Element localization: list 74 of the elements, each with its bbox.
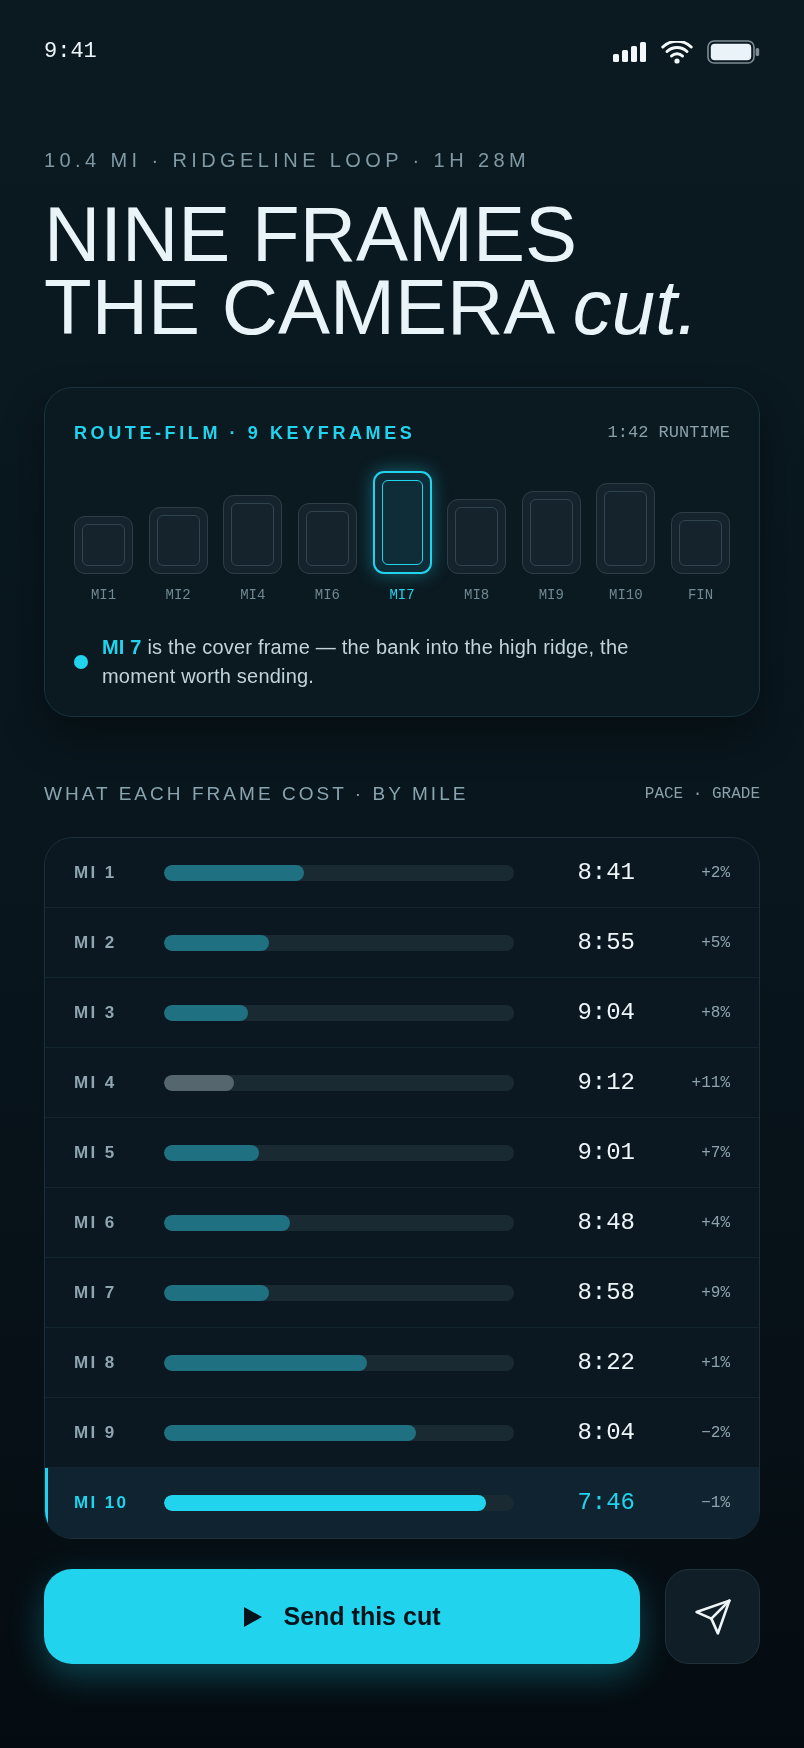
paper-plane-icon [694, 1598, 731, 1635]
pace-value: 9:01 [577, 1137, 635, 1168]
signal-icon [613, 42, 647, 62]
wifi-icon [661, 40, 693, 64]
keyframe-label: MI4 [240, 586, 266, 604]
grade-value: −1% [701, 1493, 730, 1514]
pace-value: 9:12 [577, 1067, 635, 1098]
mile-label: MI 7 [74, 1281, 117, 1304]
grade-value: +1% [701, 1352, 730, 1374]
grade-value: +5% [701, 932, 730, 954]
mile-row[interactable]: MI 8 8:22 +1% [45, 1328, 759, 1398]
mile-label: MI 6 [74, 1211, 117, 1234]
send-cut-button[interactable]: Send this cut [44, 1569, 640, 1664]
keyframe-label: MI2 [165, 586, 191, 604]
keyframe-thumbnail[interactable] [74, 516, 133, 574]
grade-value: +9% [701, 1282, 730, 1304]
status-time: 9:41 [44, 38, 97, 66]
mile-label: MI 9 [74, 1421, 117, 1444]
mile-row[interactable]: MI 1 8:41 +2% [45, 838, 759, 908]
mile-row[interactable]: MI 6 8:48 +4% [45, 1188, 759, 1258]
film-title: ROUTE-FILM · 9 KEYFRAMES [74, 422, 416, 445]
pace-value: 8:48 [577, 1207, 635, 1238]
mile-row[interactable]: MI 3 9:04 +8% [45, 978, 759, 1048]
pace-value: 9:04 [577, 997, 635, 1028]
keyframe-thumbnail[interactable] [521, 491, 581, 574]
keyframe-label: MI7 [389, 586, 415, 604]
mile-row[interactable]: MI 7 8:58 +9% [45, 1258, 759, 1328]
keyframe-label: MI8 [464, 586, 490, 604]
keyframe-thumbnail[interactable] [671, 512, 730, 574]
grade-value: +2% [701, 862, 730, 884]
keyframe-thumbnail[interactable] [372, 471, 432, 574]
pace-value: 8:41 [577, 857, 635, 888]
mile-row[interactable]: MI 5 9:01 +7% [45, 1118, 759, 1188]
highlight-dot-icon [74, 655, 88, 669]
section-title: WHAT EACH FRAME COST · BY MILE [44, 782, 469, 806]
send-button[interactable] [665, 1569, 760, 1664]
keyframe-thumbnail[interactable] [223, 495, 283, 574]
keyframe-label: MI9 [538, 586, 564, 604]
mile-row[interactable]: MI 4 9:12 +11% [45, 1048, 759, 1118]
mile-label: MI 3 [74, 1001, 117, 1024]
grade-value: +7% [701, 1142, 730, 1164]
keyframe-label: FIN [687, 586, 714, 604]
cover-frame-note: MI 7 is the cover frame — the bank into the high ridge, the moment worth sending. [102, 635, 630, 689]
keyframe-thumbnail[interactable] [297, 503, 357, 574]
mile-row[interactable]: MI 9 8:04 −2% [45, 1398, 759, 1468]
keyframe-label: MI6 [314, 586, 340, 604]
keyframe-label: MI10 [609, 586, 643, 604]
mile-label: MI 2 [74, 931, 117, 954]
route-headline: NINE FRAMES THE CAMERA cut. [44, 198, 700, 344]
pace-value: 8:04 [577, 1417, 635, 1448]
pace-value: 8:22 [577, 1347, 635, 1378]
mile-row[interactable]: MI 2 8:55 +5% [45, 908, 759, 978]
mile-label: MI 10 [74, 1492, 129, 1515]
battery-icon [707, 40, 760, 64]
keyframe-thumbnail[interactable] [596, 483, 656, 574]
pace-value: 8:55 [577, 927, 635, 958]
grade-value: +11% [691, 1072, 730, 1094]
grade-value: +8% [701, 1002, 730, 1024]
column-legend: PACE · GRADE [644, 783, 760, 805]
grade-value: +4% [701, 1212, 730, 1234]
play-icon [243, 1606, 262, 1627]
mile-label: MI 5 [74, 1141, 117, 1164]
keyframe-thumbnail[interactable] [447, 499, 507, 574]
keyframe-label: MI1 [90, 586, 117, 604]
pace-value: 7:46 [577, 1488, 635, 1518]
mile-label: MI 8 [74, 1351, 117, 1374]
pace-value: 8:58 [577, 1277, 635, 1308]
mile-label: MI 1 [74, 861, 117, 884]
grade-value: −2% [701, 1422, 730, 1444]
mile-row[interactable]: MI 10 7:46 −1% [45, 1468, 759, 1538]
runtime-label: 1:42 RUNTIME [607, 422, 730, 444]
keyframe-thumbnail[interactable] [148, 507, 208, 574]
mile-label: MI 4 [74, 1071, 117, 1094]
route-summary: 10.4 MI · RIDGELINE LOOP · 1H 28M [44, 148, 531, 173]
